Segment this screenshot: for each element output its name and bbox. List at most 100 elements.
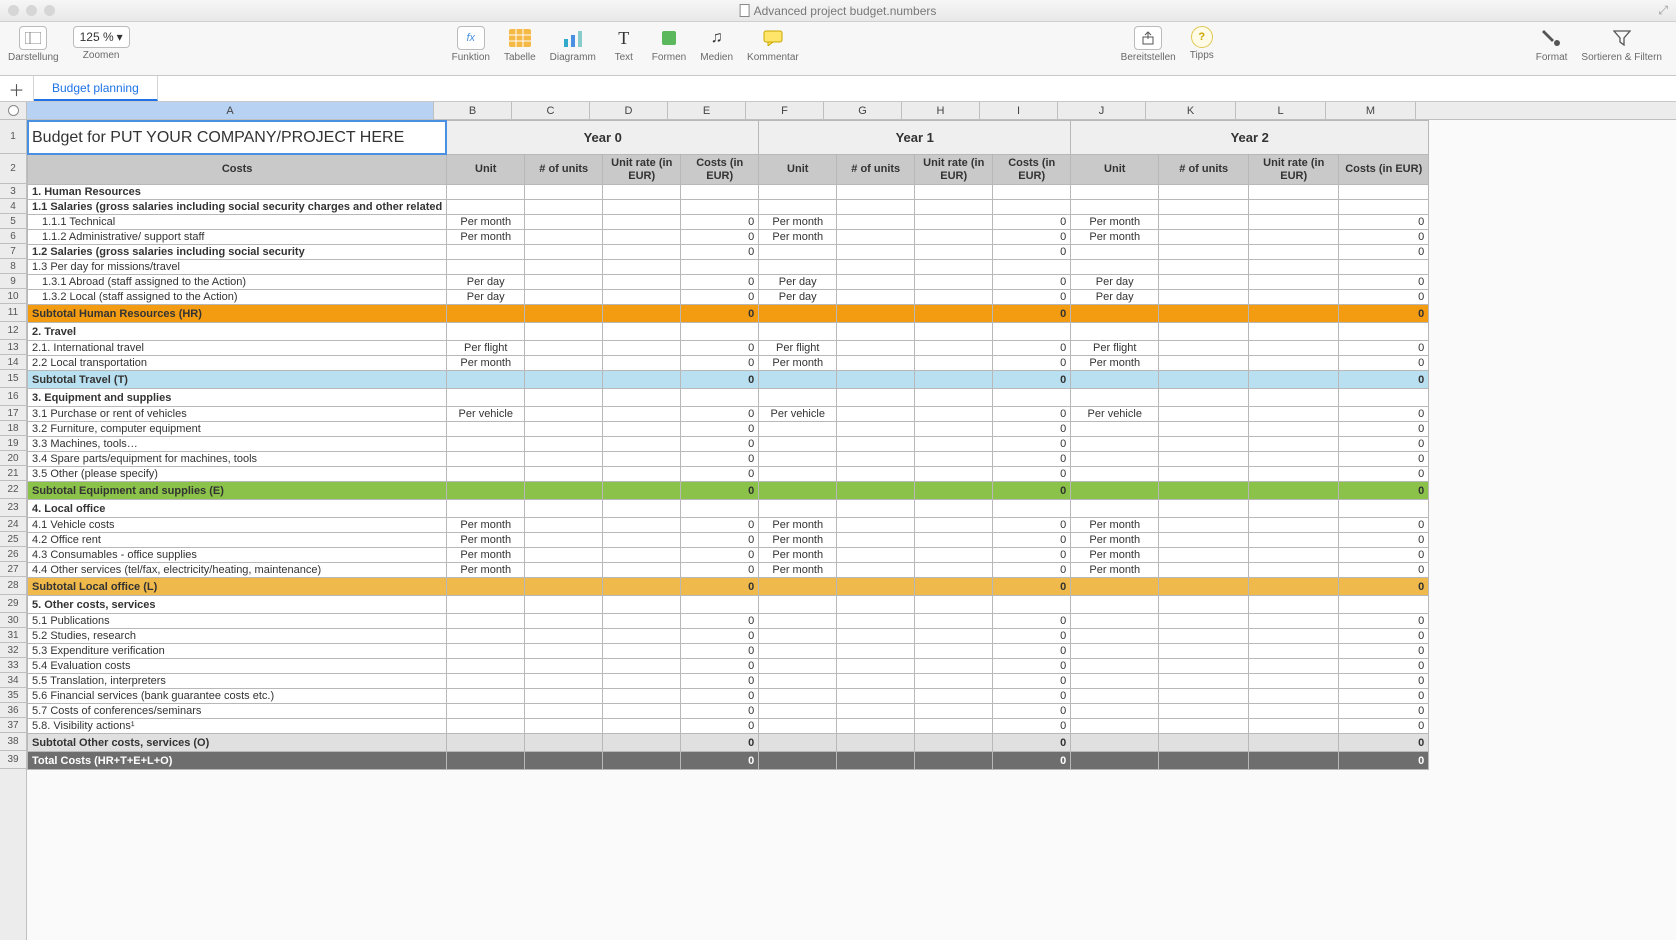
cell[interactable] — [447, 482, 525, 500]
cell[interactable] — [1159, 704, 1249, 719]
cell[interactable] — [1249, 230, 1339, 245]
format-button[interactable]: Format — [1536, 26, 1568, 63]
cell[interactable] — [837, 659, 915, 674]
cell[interactable] — [915, 704, 993, 719]
row-header[interactable]: 33 — [0, 658, 26, 673]
cell[interactable] — [837, 563, 915, 578]
cell[interactable]: 0 — [993, 629, 1071, 644]
cell[interactable] — [1249, 200, 1339, 215]
cell[interactable] — [681, 185, 759, 200]
cell[interactable]: Per month — [447, 548, 525, 563]
cell[interactable]: 0 — [1339, 719, 1429, 734]
minimize-window-icon[interactable] — [26, 5, 37, 16]
cell[interactable] — [837, 518, 915, 533]
cell[interactable] — [1071, 323, 1159, 341]
cell[interactable] — [1249, 563, 1339, 578]
cell[interactable]: 0 — [681, 452, 759, 467]
cell[interactable]: 0 — [681, 689, 759, 704]
cell[interactable] — [447, 614, 525, 629]
cell[interactable]: Per month — [1071, 533, 1159, 548]
numunits-header-y1[interactable]: # of units — [837, 155, 915, 185]
cell[interactable]: 0 — [1339, 215, 1429, 230]
comment-button[interactable]: Kommentar — [747, 26, 799, 63]
cell[interactable] — [603, 185, 681, 200]
row-header[interactable]: 17 — [0, 406, 26, 421]
sheet-tab-budget-planning[interactable]: Budget planning — [34, 76, 158, 101]
cell[interactable] — [447, 437, 525, 452]
cell[interactable] — [1071, 629, 1159, 644]
cell[interactable]: 0 — [681, 578, 759, 596]
zoom-button[interactable]: 125 %▾ Zoomen — [73, 26, 130, 63]
cell[interactable]: 0 — [1339, 452, 1429, 467]
cell[interactable] — [1071, 644, 1159, 659]
cell[interactable] — [525, 230, 603, 245]
cell[interactable] — [759, 596, 837, 614]
cell[interactable]: 0 — [993, 341, 1071, 356]
row-header[interactable]: 36 — [0, 703, 26, 718]
cell[interactable] — [1159, 644, 1249, 659]
cell[interactable]: 0 — [1339, 371, 1429, 389]
cell[interactable] — [1159, 356, 1249, 371]
cell[interactable] — [603, 452, 681, 467]
cell[interactable] — [759, 389, 837, 407]
cell[interactable] — [447, 467, 525, 482]
cell[interactable] — [447, 305, 525, 323]
cell[interactable] — [525, 689, 603, 704]
cell[interactable] — [915, 548, 993, 563]
cell[interactable] — [1249, 467, 1339, 482]
cell[interactable] — [1249, 533, 1339, 548]
cell[interactable]: 0 — [1339, 614, 1429, 629]
cell[interactable] — [759, 452, 837, 467]
cell[interactable]: Per month — [1071, 563, 1159, 578]
cell[interactable] — [1159, 389, 1249, 407]
cell[interactable]: 0 — [993, 752, 1071, 770]
cell-a[interactable]: 5.8. Visibility actions¹ — [28, 719, 447, 734]
sort-filter-button[interactable]: Sortieren & Filtern — [1581, 26, 1662, 63]
column-header-F[interactable]: F — [746, 102, 824, 119]
cell[interactable] — [1071, 467, 1159, 482]
cell[interactable] — [525, 371, 603, 389]
row-header[interactable]: 21 — [0, 466, 26, 481]
row-header[interactable]: 9 — [0, 274, 26, 289]
cell[interactable]: Per flight — [1071, 341, 1159, 356]
cell-a[interactable]: 5.5 Translation, interpreters — [28, 674, 447, 689]
cell[interactable] — [837, 356, 915, 371]
cell[interactable] — [837, 290, 915, 305]
cell[interactable]: Per month — [1071, 548, 1159, 563]
cell[interactable] — [1159, 563, 1249, 578]
cell[interactable] — [525, 674, 603, 689]
cell[interactable] — [837, 482, 915, 500]
cell[interactable] — [447, 500, 525, 518]
chart-button[interactable]: Diagramm — [550, 26, 596, 63]
row-header[interactable]: 5 — [0, 214, 26, 229]
cell[interactable] — [837, 305, 915, 323]
view-button[interactable]: Darstellung — [8, 26, 59, 63]
cell[interactable]: Per month — [1071, 356, 1159, 371]
cell[interactable] — [525, 323, 603, 341]
cell[interactable] — [915, 245, 993, 260]
column-header-I[interactable]: I — [980, 102, 1058, 119]
cell[interactable] — [603, 533, 681, 548]
cell[interactable] — [525, 719, 603, 734]
cell[interactable]: 0 — [1339, 674, 1429, 689]
cell[interactable] — [915, 341, 993, 356]
cell[interactable]: Per month — [447, 215, 525, 230]
column-header-M[interactable]: M — [1326, 102, 1416, 119]
cell[interactable] — [1159, 482, 1249, 500]
cell[interactable] — [915, 644, 993, 659]
cell[interactable] — [915, 200, 993, 215]
cell[interactable] — [1071, 389, 1159, 407]
cell-a[interactable]: 4.1 Vehicle costs — [28, 518, 447, 533]
cell[interactable] — [1159, 659, 1249, 674]
row-header[interactable]: 18 — [0, 421, 26, 436]
cell[interactable] — [837, 371, 915, 389]
cell[interactable] — [603, 215, 681, 230]
cell[interactable]: Per day — [759, 290, 837, 305]
cell[interactable] — [1159, 437, 1249, 452]
cell-a[interactable]: 5.1 Publications — [28, 614, 447, 629]
cell[interactable]: 0 — [993, 644, 1071, 659]
cell[interactable] — [1159, 422, 1249, 437]
cell[interactable]: 0 — [1339, 290, 1429, 305]
cell[interactable] — [1159, 752, 1249, 770]
cell-a[interactable]: 1.3.2 Local (staff assigned to the Actio… — [28, 290, 447, 305]
